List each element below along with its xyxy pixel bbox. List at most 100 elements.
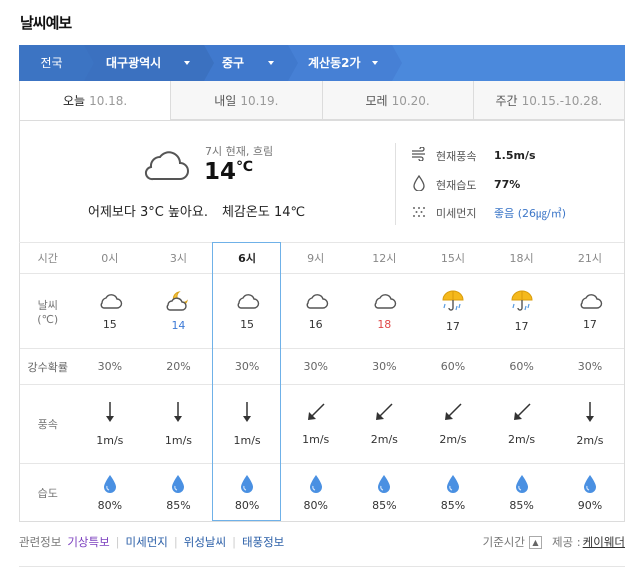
rain-probability-cell: 30% <box>212 348 282 385</box>
humidity-cell: 80% <box>212 463 282 522</box>
humidity-cell: 90% <box>555 463 625 522</box>
temperature-value: 14 <box>171 319 186 332</box>
wind-icon <box>410 146 428 164</box>
weather-cell: 17 <box>555 273 625 349</box>
wind-arrow-down-left-icon <box>487 402 556 425</box>
time-label: 6시 <box>238 252 256 265</box>
dust-icon <box>410 206 428 221</box>
water-drop-icon <box>144 474 213 497</box>
humidity-value: 80% <box>97 498 123 512</box>
umbrella-icon <box>419 289 488 316</box>
location-city-select[interactable]: 대구광역시 <box>84 45 214 81</box>
link-fine-dust[interactable]: 미세먼지 <box>126 534 168 550</box>
water-drop-icon <box>556 474 624 497</box>
footer: 관련정보 기상특보 | 미세먼지 | 위성날씨 | 태풍정보 기준시간 ▲ 제공… <box>19 534 625 550</box>
tab-date: 10.15.-10.28. <box>521 94 603 108</box>
humidity-cell: 80% <box>281 463 350 522</box>
dropdown-arrow-icon <box>268 61 274 65</box>
water-drop-icon <box>76 474 145 497</box>
tab-today[interactable]: 오늘 10.18. <box>20 81 171 120</box>
wind-speed-value: 2m/s <box>439 433 467 446</box>
rain-probability-cell: 30% <box>281 348 350 385</box>
tab-date: 10.20. <box>391 94 430 108</box>
divider <box>395 143 396 225</box>
moon-cloud-icon <box>144 290 213 315</box>
location-dong-select[interactable]: 계산동2가 <box>288 45 402 81</box>
time-label: 18시 <box>509 252 534 265</box>
humidity-value: 85% <box>372 498 397 512</box>
row-label-humidity: 습도 <box>19 463 76 522</box>
link-typhoon[interactable]: 태풍정보 <box>242 534 284 550</box>
observation-time: 7시 현재, 흐림 <box>205 145 274 158</box>
tab-label: 내일 <box>214 94 237 108</box>
link-satellite[interactable]: 위성날씨 <box>184 534 226 550</box>
time-label: 21시 <box>577 252 602 265</box>
time-label: 0시 <box>101 252 119 265</box>
weather-cell: 17 <box>418 273 488 349</box>
breadcrumb-separator <box>204 45 214 81</box>
humidity-value: 77% <box>494 178 521 191</box>
fine-dust-row: 미세먼지 좋음 (26㎍/㎥) <box>410 205 566 221</box>
location-label: 대구광역시 <box>106 56 162 70</box>
basetime-label: 기준시간 <box>482 535 525 549</box>
humidity-cell: 85% <box>487 463 556 522</box>
temp-value: 14 <box>204 159 237 185</box>
related-label: 관련정보 <box>19 535 62 549</box>
hourly-forecast-table: 시간 0시 3시 6시 9시 12시 15시 18시 21시 날씨 (℃) 15 14 15 16 18 17… <box>19 242 625 522</box>
time-label: 15시 <box>440 252 465 265</box>
temperature-value: 15 <box>102 318 117 331</box>
tab-label: 주간 <box>495 94 518 108</box>
wind-arrow-down-icon <box>144 401 213 426</box>
weather-cell: 17 <box>487 273 556 349</box>
weather-cell: 16 <box>281 273 350 349</box>
temperature-value: 16 <box>308 318 323 331</box>
weather-cell: 15 <box>212 273 282 349</box>
water-drop-icon <box>350 474 419 497</box>
breadcrumb-separator <box>288 45 298 81</box>
water-drop-icon <box>419 474 488 497</box>
tab-tomorrow[interactable]: 내일 10.19. <box>170 81 322 120</box>
wind-cell: 2m/s <box>555 384 625 464</box>
location-label: 전국 <box>40 56 63 70</box>
wind-speed-value: 1m/s <box>233 434 261 447</box>
humidity-value: 80% <box>234 498 260 512</box>
dropdown-arrow-icon <box>372 61 378 65</box>
tab-weekly[interactable]: 주간 10.15.-10.28. <box>472 81 624 120</box>
time-cell: 3시 <box>144 242 213 274</box>
time-label: 9시 <box>307 252 325 265</box>
location-district-select[interactable]: 중구 <box>204 45 298 81</box>
time-cell: 18시 <box>487 242 556 274</box>
humidity-value: 90% <box>577 498 603 512</box>
wind-arrow-down-left-icon <box>281 402 350 425</box>
yesterday-compare: 어제보다 3°C 높아요. <box>88 205 208 220</box>
rain-probability-cell: 30% <box>75 348 145 385</box>
time-cell: 15시 <box>418 242 488 274</box>
wind-value: 1.5m/s <box>494 149 536 162</box>
wind-arrow-down-icon <box>213 401 282 426</box>
basetime-toggle-icon[interactable]: ▲ <box>528 535 542 549</box>
wind-arrow-down-left-icon <box>419 402 488 425</box>
cloud-icon <box>213 291 282 314</box>
provider-link[interactable]: 케이웨더 <box>583 534 625 550</box>
time-cell: 21시 <box>555 242 625 274</box>
wind-cell: 2m/s <box>487 384 556 464</box>
temperature-value: 17 <box>514 320 529 333</box>
location-nationwide[interactable]: 전국 <box>19 45 94 81</box>
weather-cell: 14 <box>144 273 213 349</box>
weather-cell: 15 <box>75 273 145 349</box>
rain-probability-cell: 60% <box>487 348 556 385</box>
humidity-cell: 80% <box>75 463 145 522</box>
row-label-time: 시간 <box>19 242 76 274</box>
breadcrumb-separator <box>392 45 402 81</box>
day-tabs: 오늘 10.18. 내일 10.19. 모레 10.20. 주간 10.15.-10.2… <box>19 81 625 121</box>
link-weather-alert[interactable]: 기상특보 <box>67 534 109 550</box>
water-drop-icon <box>213 474 282 497</box>
time-cell: 6시 <box>212 242 282 274</box>
wind-cell: 1m/s <box>144 384 213 464</box>
dropdown-arrow-icon <box>184 61 190 65</box>
tab-date: 10.18. <box>89 94 128 108</box>
breadcrumb-separator <box>84 45 94 81</box>
humidity-value: 80% <box>303 498 328 512</box>
humidity-cell: 85% <box>144 463 213 522</box>
tab-day-after[interactable]: 모레 10.20. <box>321 81 473 120</box>
